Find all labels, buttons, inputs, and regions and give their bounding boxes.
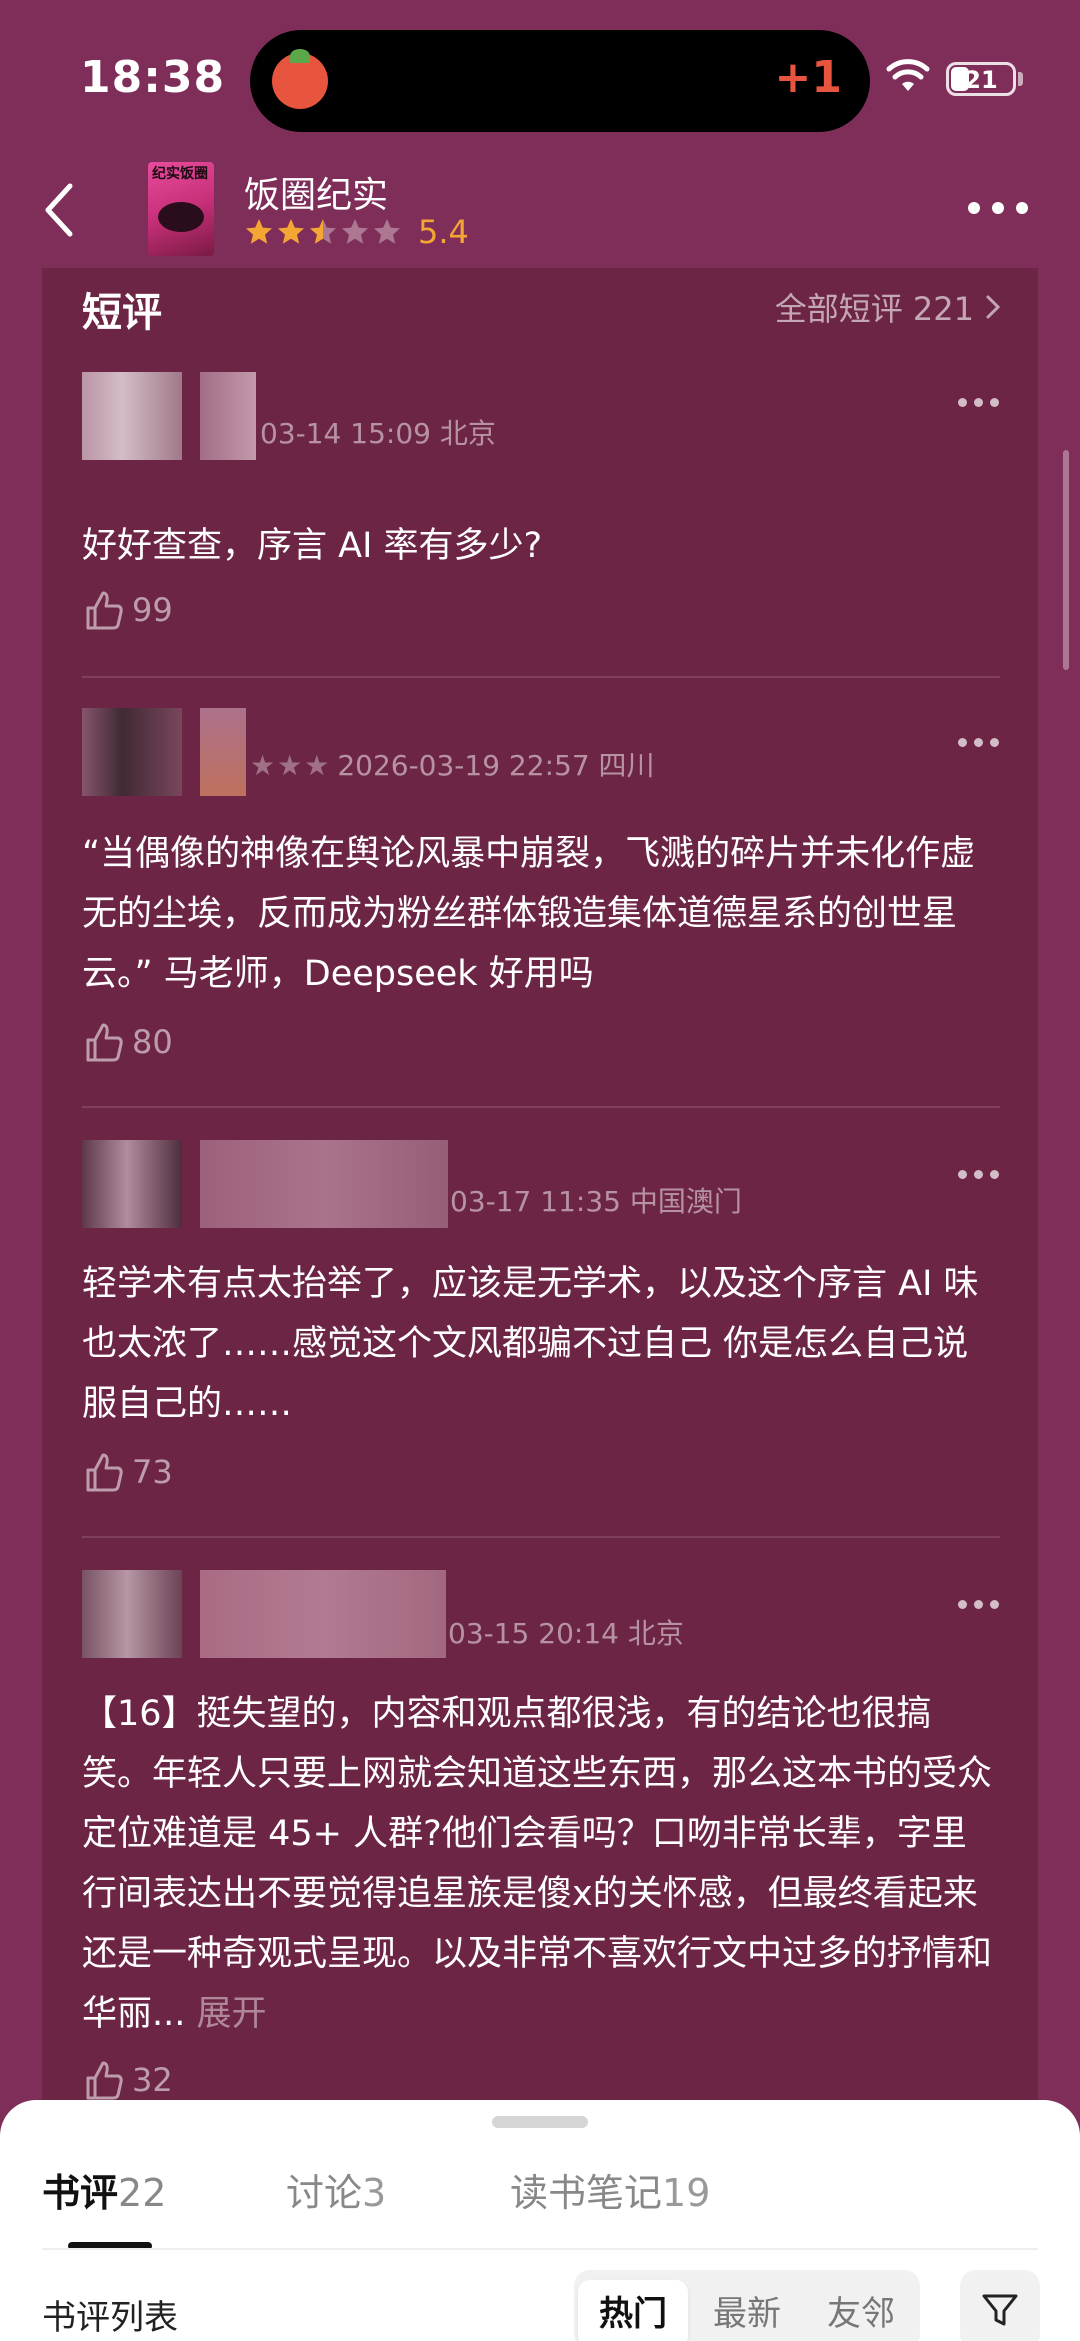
- review-more-icon[interactable]: [958, 1600, 1000, 1610]
- tab-reading-notes[interactable]: 读书笔记19: [510, 2162, 710, 2217]
- back-chevron-icon[interactable]: [40, 180, 80, 240]
- like-count: 99: [132, 591, 173, 629]
- review-text: 【16】挺失望的，内容和观点都很浅，有的结论也很搞笑。年轻人只要上网就会知道这些…: [82, 1684, 1000, 2044]
- tab-count: 19: [662, 2171, 711, 2215]
- filter-icon: [982, 2294, 1018, 2326]
- status-bar: 18:38 +1 21: [0, 0, 1080, 160]
- sheet-divider: [42, 2248, 1038, 2250]
- thumbs-up-icon: [86, 591, 123, 630]
- tab-label: 书评: [42, 2171, 119, 2215]
- star-rating: [244, 217, 404, 247]
- book-title: 饭圈纪实: [244, 175, 389, 216]
- rating-row: 5.4: [244, 213, 469, 251]
- user-name-blurred[interactable]: [200, 1570, 446, 1658]
- cover-text: 纪实饭圈: [152, 166, 208, 182]
- star-icon: [374, 219, 400, 244]
- review-more-icon[interactable]: [958, 738, 1000, 748]
- wifi-icon: [886, 59, 930, 91]
- tab-label: 讨论: [286, 2171, 363, 2215]
- review-time-location: 2026-03-19 22:57 四川: [337, 749, 655, 782]
- review-divider: [82, 1106, 1000, 1108]
- bottom-sheet: 书评22 讨论3 读书笔记19 书评列表 热门 最新 友邻: [0, 2100, 1080, 2341]
- review-body: 【16】挺失望的，内容和观点都很浅，有的结论也很搞笑。年轻人只要上网就会知道这些…: [82, 1694, 993, 2034]
- tab-discussion[interactable]: 讨论3: [286, 2162, 386, 2217]
- like-count: 80: [132, 1023, 173, 1061]
- like-button[interactable]: 99: [82, 586, 173, 634]
- all-reviews-link[interactable]: 全部短评 221: [775, 284, 1002, 330]
- review-time-location: 03-14 15:09 北京: [260, 417, 496, 450]
- section-title: 短评: [82, 290, 162, 336]
- thumbs-up-icon: [86, 1453, 123, 1492]
- tomato-app-icon: [272, 49, 328, 109]
- scroll-indicator[interactable]: [1063, 450, 1069, 670]
- short-reviews-card: 短评 全部短评 221 03-14 15:09 北京 好好查查，序言 AI 率有…: [42, 268, 1038, 2341]
- review-divider: [82, 1536, 1000, 1538]
- sort-segmented-control: 热门 最新 友邻: [574, 2270, 920, 2341]
- rating-value: 5.4: [418, 213, 469, 251]
- sort-option-friends[interactable]: 友邻: [806, 2280, 916, 2341]
- book-cover[interactable]: 纪实饭圈: [148, 162, 214, 256]
- review-text: “当偶像的神像在舆论风暴中崩裂，飞溅的碎片并未化作虚无的尘埃，反而成为粉丝群体锻…: [82, 834, 976, 994]
- tab-label: 读书笔记: [510, 2171, 663, 2215]
- review-meta: 03-17 11:35 中国澳门: [450, 1180, 742, 1220]
- island-badge: +1: [774, 52, 842, 103]
- review-more-icon[interactable]: [958, 398, 1000, 408]
- review-meta: ★★★ 2026-03-19 22:57 四川: [250, 744, 655, 784]
- avatar[interactable]: [82, 1140, 182, 1228]
- review-time-location: 03-15 20:14 北京: [448, 1617, 684, 1650]
- chevron-right-icon: [986, 295, 1001, 319]
- review-divider: [82, 676, 1000, 678]
- thumbs-up-icon: [86, 1023, 123, 1062]
- battery-icon: 21: [946, 62, 1016, 96]
- review-meta: 03-14 15:09 北京: [260, 412, 496, 452]
- avatar[interactable]: [82, 708, 182, 796]
- star-icon: [246, 219, 272, 244]
- sort-option-latest[interactable]: 最新: [692, 2280, 802, 2341]
- avatar[interactable]: [82, 372, 182, 460]
- review-text: 轻学术有点太抬举了，应该是无学术，以及这个序言 AI 味也太浓了……感觉这个文风…: [82, 1264, 979, 1424]
- review-text: 好好查查，序言 AI 率有多少?: [82, 526, 543, 566]
- like-button[interactable]: 80: [82, 1018, 173, 1066]
- user-name-blurred[interactable]: [200, 1140, 448, 1228]
- user-name-blurred[interactable]: [200, 372, 256, 460]
- tab-book-reviews[interactable]: 书评22: [42, 2162, 166, 2217]
- tab-count: 3: [362, 2171, 387, 2215]
- review-meta: 03-15 20:14 北京: [448, 1612, 684, 1652]
- battery-tip: [1018, 72, 1023, 86]
- expand-link[interactable]: 展开: [197, 1994, 267, 2034]
- like-button[interactable]: 32: [82, 2056, 173, 2104]
- like-count: 32: [132, 2061, 173, 2099]
- status-time: 18:38: [80, 52, 226, 103]
- thumbs-up-icon: [86, 2061, 123, 2100]
- review-stars: ★★★: [250, 749, 332, 782]
- star-icon: [310, 219, 336, 244]
- like-count: 73: [132, 1453, 173, 1491]
- star-icon: [342, 219, 368, 244]
- star-icon: [278, 219, 304, 244]
- sort-option-hot[interactable]: 热门: [578, 2280, 688, 2341]
- filter-button[interactable]: [960, 2270, 1040, 2341]
- review-time-location: 03-17 11:35 中国澳门: [450, 1185, 742, 1218]
- more-dots-icon[interactable]: [968, 202, 1028, 216]
- review-more-icon[interactable]: [958, 1170, 1000, 1180]
- dynamic-island[interactable]: +1: [250, 30, 870, 132]
- like-button[interactable]: 73: [82, 1448, 173, 1496]
- sheet-grabber[interactable]: [492, 2116, 588, 2128]
- review-item[interactable]: 03-14 15:09 北京: [82, 372, 1000, 532]
- battery-level: 21: [964, 66, 998, 94]
- all-reviews-label: 全部短评 221: [774, 290, 974, 328]
- tab-count: 22: [118, 2171, 167, 2215]
- nav-bar: 纪实饭圈 饭圈纪实 5.4: [0, 150, 1080, 268]
- avatar[interactable]: [82, 1570, 182, 1658]
- list-label: 书评列表: [42, 2298, 178, 2338]
- user-name-blurred[interactable]: [200, 708, 246, 796]
- cover-art: [158, 202, 204, 232]
